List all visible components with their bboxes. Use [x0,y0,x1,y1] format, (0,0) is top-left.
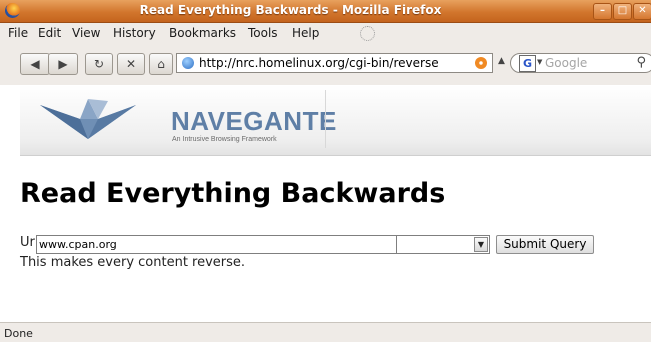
reload-icon[interactable]: ↻ [85,53,113,75]
browser-window: Read Everything Backwards - Mozilla Fire… [0,0,651,342]
navigation-toolbar: ◀ ▶ ↻ ✕ ⌂ http://nrc.homelinux.org/cgi-b… [0,44,651,84]
page-content: NAVEGANTE An Intrusive Browsing Framewor… [0,85,651,322]
close-button[interactable]: ✕ [633,3,651,20]
menu-bar: File Edit View History Bookmarks Tools H… [0,23,651,43]
stop-icon[interactable]: ✕ [117,53,145,75]
rss-feed-icon[interactable] [475,57,487,69]
location-dropdown-icon[interactable]: ▲ [498,56,505,66]
globe-icon [182,57,194,69]
menu-view[interactable]: View [72,26,100,40]
brand-name: NAVEGANTE [171,106,337,136]
home-icon[interactable]: ⌂ [149,53,173,75]
submit-button[interactable]: Submit Query [496,235,594,254]
search-placeholder: Google [545,56,588,70]
forward-button[interactable]: ▶ [48,53,78,75]
location-bar[interactable]: http://nrc.homelinux.org/cgi-bin/reverse [176,53,493,73]
status-bar: Done [0,322,651,342]
select-arrow-icon[interactable]: ▼ [474,237,488,252]
menu-file[interactable]: File [8,26,28,40]
maximize-button[interactable]: □ [613,3,632,20]
status-text: Done [4,327,33,340]
url-select[interactable]: ▼ [396,235,490,254]
search-bar[interactable]: G ▼ Google ⚲ [510,53,651,73]
back-button[interactable]: ◀ [20,53,50,75]
brand-tagline: An Intrusive Browsing Framework [172,136,277,143]
title-bar: Read Everything Backwards - Mozilla Fire… [0,0,651,23]
site-header: NAVEGANTE An Intrusive Browsing Framewor… [20,85,651,156]
menu-bookmarks[interactable]: Bookmarks [169,26,236,40]
page-description: This makes every content reverse. [20,255,246,270]
google-engine-icon[interactable]: G [519,55,536,72]
url-input[interactable]: www.cpan.org [36,235,416,254]
menu-tools[interactable]: Tools [248,26,278,40]
location-url[interactable]: http://nrc.homelinux.org/cgi-bin/reverse [199,56,439,70]
paper-boat-logo-icon [40,99,136,139]
window-title: Read Everything Backwards - Mozilla Fire… [139,3,442,17]
page-title: Read Everything Backwards [20,178,446,209]
engine-dropdown-icon[interactable]: ▼ [537,58,542,66]
search-icon[interactable]: ⚲ [636,55,646,70]
header-divider [325,90,326,148]
activity-throbber-icon [360,26,375,41]
minimize-button[interactable]: – [593,3,612,20]
menu-edit[interactable]: Edit [38,26,61,40]
menu-help[interactable]: Help [292,26,319,40]
menu-history[interactable]: History [113,26,156,40]
